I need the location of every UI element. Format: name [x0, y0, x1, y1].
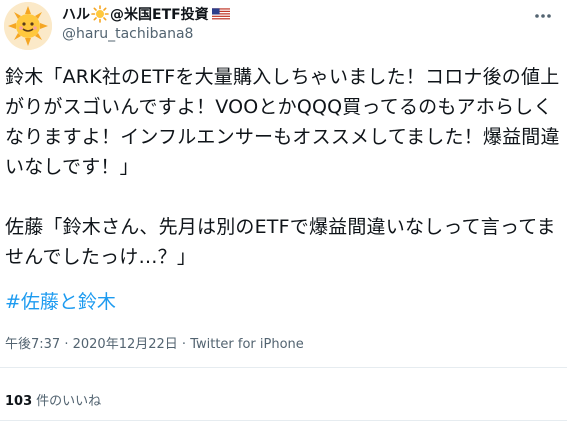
- author-display-name[interactable]: ハル: [62, 4, 90, 24]
- author-name-row[interactable]: ハル @米国ETF投資: [62, 4, 230, 24]
- divider: [0, 367, 567, 368]
- likes-label: 件のいいね: [36, 394, 102, 409]
- likes-count: 103: [5, 394, 33, 409]
- tweet-date[interactable]: 2020年12月22日: [73, 337, 178, 352]
- us-flag-icon: [211, 8, 230, 20]
- avatar[interactable]: [4, 2, 52, 50]
- tweet-text: 鈴木「ARK社のETFを大量購入しちゃいました！コロナ後の値上がりがスゴいんです…: [5, 66, 560, 268]
- meta-separator: ·: [177, 337, 191, 352]
- author-display-name-suffix[interactable]: @米国ETF投資: [110, 4, 209, 24]
- divider: [0, 420, 567, 421]
- tweet-source[interactable]: Twitter for iPhone: [190, 337, 304, 352]
- sun-icon: [91, 5, 109, 23]
- author-handle[interactable]: @haru_tachibana8: [62, 26, 193, 42]
- likes-count-link[interactable]: 103 件のいいね: [5, 390, 101, 409]
- hashtag-link[interactable]: #佐藤と鈴木: [5, 287, 116, 314]
- more-options-icon[interactable]: [533, 6, 553, 26]
- tweet-meta: 午後7:37 · 2020年12月22日 · Twitter for iPhon…: [5, 333, 304, 352]
- meta-separator: ·: [60, 337, 73, 352]
- avatar-image: [4, 2, 52, 50]
- tweet-time[interactable]: 午後7:37: [5, 337, 60, 352]
